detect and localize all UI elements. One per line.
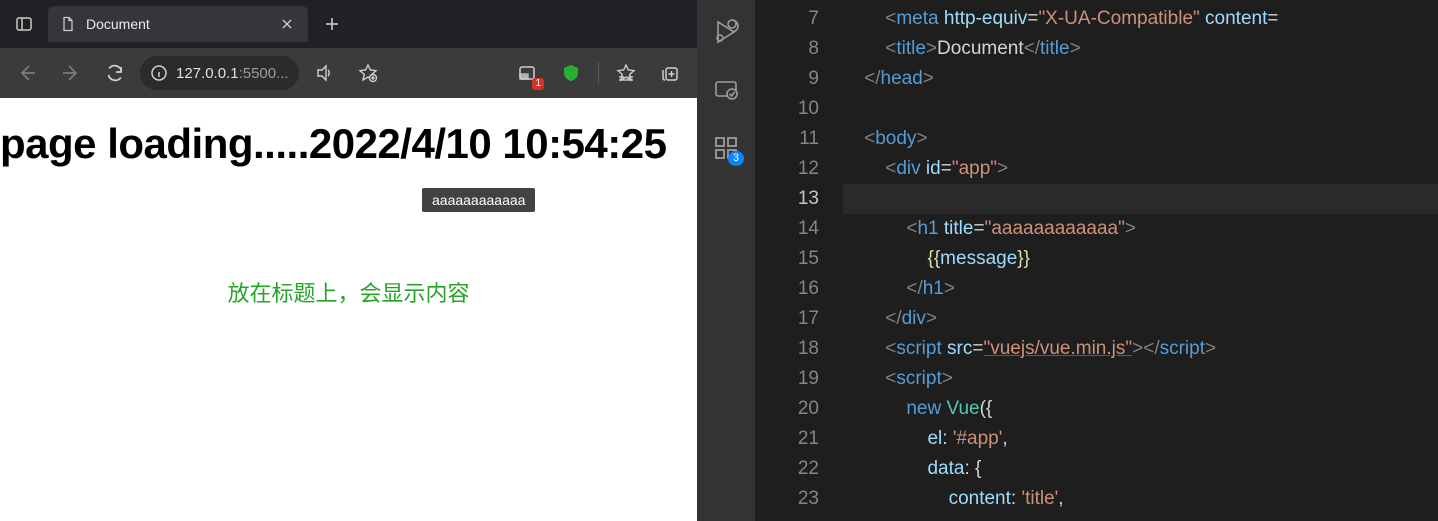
code-content[interactable]: <meta http-equiv="X-UA-Compatible" conte… [843,0,1438,521]
vscode-activity-bar: 3 [697,0,755,521]
new-tab-button[interactable] [314,6,350,42]
remote-window-icon[interactable] [702,68,750,112]
tab-actions-button[interactable] [6,6,42,42]
extensions-badge: 3 [728,151,744,166]
read-aloud-button[interactable] [305,54,343,92]
extensions-icon[interactable]: 3 [702,126,750,170]
favorites-hub-button[interactable] [607,54,645,92]
site-info-icon[interactable] [150,64,168,82]
favorite-button[interactable] [349,54,387,92]
address-bar[interactable]: 127.0.0.1:5500... [140,56,299,90]
file-icon [60,16,76,32]
devtools-button[interactable]: 1 [508,54,546,92]
nav-bar: 127.0.0.1:5500... 1 [0,48,697,98]
page-viewport: page loading.....2022/4/10 10:54:25 aaaa… [0,98,697,521]
devtools-badge: 1 [532,78,544,90]
page-heading: page loading.....2022/4/10 10:54:25 [0,98,697,168]
forward-button[interactable] [52,54,90,92]
tab-strip: Document [0,0,697,48]
tab-title: Document [86,16,268,32]
nav-divider [598,62,599,84]
browser-tab[interactable]: Document [48,6,308,42]
run-debug-icon[interactable] [702,10,750,54]
back-button[interactable] [8,54,46,92]
line-gutter: 7891011121314151617181920212223 [755,0,843,521]
adblock-icon[interactable] [552,54,590,92]
close-tab-button[interactable] [278,15,296,33]
browser-window: Document 127.0.0.1:5500... [0,0,697,521]
collections-button[interactable] [651,54,689,92]
page-caption: 放在标题上，会显示内容 [0,276,697,308]
refresh-button[interactable] [96,54,134,92]
code-editor[interactable]: 7891011121314151617181920212223 <meta ht… [755,0,1438,521]
url-text: 127.0.0.1:5500... [176,65,289,82]
title-tooltip: aaaaaaaaaaaa [422,188,535,212]
